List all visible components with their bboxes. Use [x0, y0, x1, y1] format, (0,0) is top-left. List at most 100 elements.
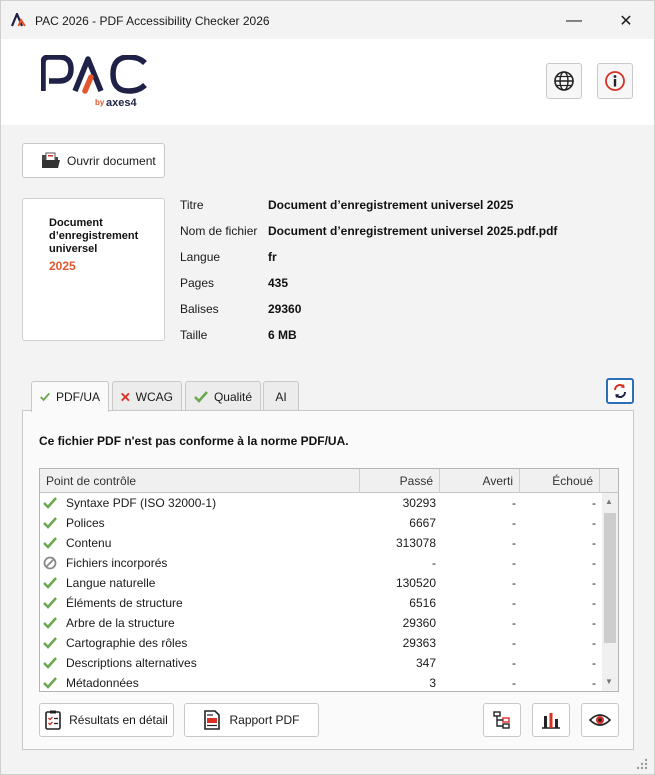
- info-icon: [605, 71, 625, 91]
- close-button[interactable]: ✕: [603, 7, 649, 35]
- check-icon: [194, 390, 208, 403]
- thumbnail-year: 2025: [49, 259, 76, 273]
- table-row[interactable]: Descriptions alternatives 347 - -: [40, 653, 602, 673]
- table-row[interactable]: Polices 6667 - -: [40, 513, 602, 533]
- pdf-document-icon: [204, 710, 221, 730]
- table-row[interactable]: Cartographie des rôles 29363 - -: [40, 633, 602, 653]
- meta-label: Nom de fichier: [180, 224, 258, 238]
- info-button[interactable]: [597, 63, 633, 99]
- checkpoint-name: Cartographie des rôles: [66, 636, 188, 650]
- check-icon: [43, 677, 57, 689]
- table-row[interactable]: Syntaxe PDF (ISO 32000-1) 30293 - -: [40, 493, 602, 513]
- tab-quality[interactable]: Qualité: [185, 381, 261, 411]
- compliance-message: Ce fichier PDF n'est pas conforme à la n…: [39, 434, 349, 448]
- passed-count: 347: [415, 656, 436, 670]
- open-folder-icon: [42, 152, 60, 168]
- window-title: PAC 2026 - PDF Accessibility Checker 202…: [35, 14, 270, 28]
- checkpoint-name: Contenu: [66, 536, 112, 550]
- tab-pdfua[interactable]: PDF/UA: [31, 381, 109, 412]
- open-document-button[interactable]: Ouvrir document: [22, 143, 165, 178]
- tab-wcag[interactable]: WCAG: [112, 381, 182, 411]
- pac-logo: by axes4: [41, 55, 147, 109]
- scroll-down-icon[interactable]: ▼: [605, 677, 613, 686]
- meta-label: Langue: [180, 250, 221, 264]
- table-row[interactable]: Langue naturelle 130520 - -: [40, 573, 602, 593]
- checkpoint-name: Syntaxe PDF (ISO 32000-1): [66, 496, 217, 510]
- passed-count: 30293: [402, 496, 436, 510]
- warned-count: -: [512, 636, 516, 650]
- table-scrollbar[interactable]: ▲ ▼: [602, 493, 618, 691]
- eye-icon: [589, 714, 611, 726]
- scroll-up-icon[interactable]: ▲: [605, 497, 613, 506]
- warned-count: -: [512, 536, 516, 550]
- passed-count: 6516: [409, 596, 436, 610]
- checkpoint-table: Point de contrôle Passé Averti Échoué Sy…: [39, 468, 619, 692]
- meta-row: Taille 6 MB: [180, 328, 640, 342]
- checkpoint-name: Métadonnées: [66, 676, 139, 690]
- scroll-thumb[interactable]: [604, 513, 616, 643]
- table-row[interactable]: Métadonnées 3 - -: [40, 673, 602, 691]
- check-icon: [43, 657, 57, 669]
- column-header-passed[interactable]: Passé: [360, 469, 440, 493]
- meta-value: Document d’enregistrement universel 2025…: [268, 224, 558, 238]
- detailed-results-button[interactable]: Résultats en détail: [39, 703, 174, 737]
- logo-by: by: [95, 98, 105, 107]
- warned-count: -: [512, 576, 516, 590]
- table-row[interactable]: Éléments de structure 6516 - -: [40, 593, 602, 613]
- table-row[interactable]: Fichiers incorporés - - -: [40, 553, 602, 573]
- failed-count: -: [592, 556, 596, 570]
- refresh-icon: [614, 384, 626, 398]
- meta-row: Balises 29360: [180, 302, 640, 316]
- passed-count: 6667: [409, 516, 436, 530]
- checkpoint-name: Éléments de structure: [66, 596, 183, 610]
- meta-row: Langue fr: [180, 250, 640, 264]
- check-icon: [43, 597, 57, 609]
- column-header-warned[interactable]: Averti: [440, 469, 520, 493]
- check-icon: [43, 637, 57, 649]
- thumbnail-title: Document d’enregistrement universel: [49, 217, 139, 255]
- pac-app-icon: [11, 13, 26, 27]
- check-icon: [43, 517, 57, 529]
- statistics-button[interactable]: [532, 703, 570, 737]
- preview-button[interactable]: [581, 703, 619, 737]
- meta-label: Titre: [180, 198, 204, 212]
- close-icon: ✕: [619, 13, 633, 30]
- failed-count: -: [592, 676, 596, 690]
- meta-row: Pages 435: [180, 276, 640, 290]
- column-header-checkpoint[interactable]: Point de contrôle: [40, 469, 360, 493]
- tab-label: WCAG: [135, 389, 173, 404]
- failed-count: -: [592, 616, 596, 630]
- pdf-report-button[interactable]: Rapport PDF: [184, 703, 319, 737]
- meta-value: Document d’enregistrement universel 2025: [268, 198, 514, 212]
- meta-value: fr: [268, 250, 277, 264]
- warned-count: -: [512, 616, 516, 630]
- language-button[interactable]: [546, 63, 582, 99]
- checkpoint-name: Arbre de la structure: [66, 616, 175, 630]
- passed-count: 3: [429, 676, 436, 690]
- check-icon: [43, 497, 57, 509]
- resize-grip-icon[interactable]: [633, 755, 649, 771]
- tree-structure-icon: [493, 711, 510, 729]
- tab-ai[interactable]: AI: [263, 381, 299, 411]
- pdf-report-label: Rapport PDF: [229, 713, 300, 727]
- tab-label: AI: [275, 389, 287, 404]
- meta-row: Titre Document d’enregistrement universe…: [180, 198, 640, 212]
- table-row[interactable]: Contenu 313078 - -: [40, 533, 602, 553]
- header: by axes4: [1, 39, 654, 125]
- warned-count: -: [512, 676, 516, 690]
- minimize-button[interactable]: —: [551, 7, 597, 35]
- warned-count: -: [512, 656, 516, 670]
- passed-count: 313078: [395, 536, 436, 550]
- refresh-button[interactable]: [606, 378, 634, 404]
- tab-label: PDF/UA: [55, 390, 100, 404]
- title-bar: PAC 2026 - PDF Accessibility Checker 202…: [1, 1, 654, 39]
- meta-row: Nom de fichier Document d’enregistrement…: [180, 224, 640, 238]
- check-icon: [40, 392, 50, 402]
- checkpoint-name: Polices: [66, 516, 105, 530]
- table-row[interactable]: Arbre de la structure 29360 - -: [40, 613, 602, 633]
- structure-tree-button[interactable]: [483, 703, 521, 737]
- globe-icon: [554, 71, 574, 91]
- warned-count: -: [512, 496, 516, 510]
- column-header-failed[interactable]: Échoué: [520, 469, 600, 493]
- logo-axes: axes4: [106, 97, 137, 109]
